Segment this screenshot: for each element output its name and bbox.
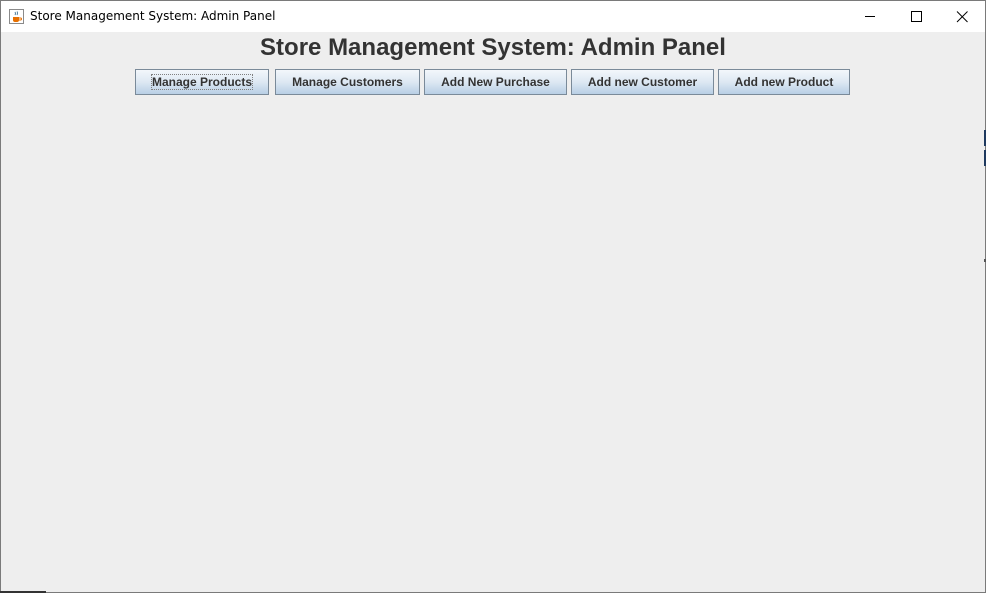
manage-customers-button[interactable]: Manage Customers (275, 69, 420, 95)
maximize-button[interactable] (893, 1, 939, 32)
manage-customers-label: Manage Customers (292, 75, 403, 89)
java-coffee-cup-icon[interactable] (9, 9, 24, 24)
add-new-customer-button[interactable]: Add new Customer (571, 69, 714, 95)
manage-products-button[interactable]: Manage Products (135, 69, 269, 95)
title-bar[interactable]: Store Management System: Admin Panel (1, 1, 985, 32)
page-title: Store Management System: Admin Panel (260, 34, 726, 61)
add-new-purchase-label: Add New Purchase (441, 75, 550, 89)
close-button[interactable] (939, 1, 985, 32)
add-new-purchase-button[interactable]: Add New Purchase (424, 69, 567, 95)
window-title: Store Management System: Admin Panel (30, 9, 276, 23)
admin-toolbar: Manage Products Manage Customers Add New… (1, 69, 985, 95)
add-new-product-button[interactable]: Add new Product (718, 69, 850, 95)
app-window: Store Management System: Admin Panel Sto… (0, 0, 986, 593)
minimize-button[interactable] (847, 1, 893, 32)
add-new-customer-label: Add new Customer (587, 75, 698, 89)
close-icon (956, 11, 968, 23)
add-new-product-label: Add new Product (734, 75, 834, 89)
focus-indicator (151, 74, 253, 90)
minimize-icon (865, 16, 875, 17)
maximize-icon (911, 11, 922, 22)
